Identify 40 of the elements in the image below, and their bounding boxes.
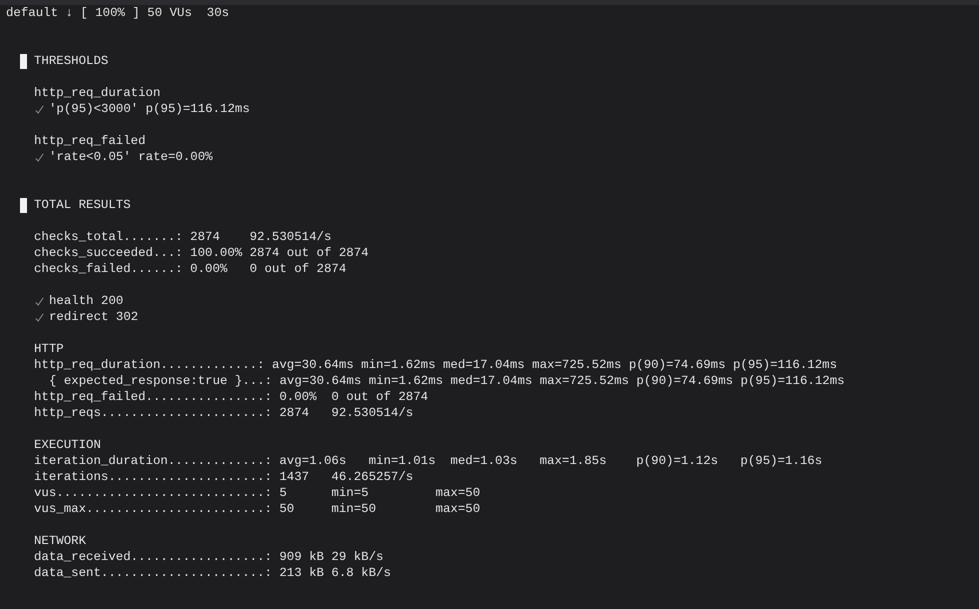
metric-value: avg=30.64ms min=1.62ms med=17.04ms max=725.52ms p(90)=74.69ms p(95)=116.12ms (272, 357, 838, 373)
metric-label: vus_max........................: (34, 501, 272, 517)
metric-label: iteration_duration.............: (34, 453, 272, 469)
metric-label: http_reqs......................: (34, 405, 272, 421)
metric-value: 2874 92.530514/s (190, 229, 332, 245)
metric-value: 5 min=5 max=50 (279, 485, 480, 501)
group-heading: EXECUTION (34, 437, 101, 453)
metric-label: http_req_failed................: (34, 389, 272, 405)
metric-value: 909 kB 29 kB/s (279, 549, 384, 565)
threshold-metric: http_req_duration (34, 85, 160, 101)
metric-value: 50 min=50 max=50 (279, 501, 480, 517)
threshold-metric: http_req_failed (34, 133, 146, 149)
group-heading: NETWORK (34, 533, 86, 549)
section-heading: TOTAL RESULTS (34, 197, 131, 213)
check-result: redirect 302 (49, 309, 138, 325)
section-marker (20, 54, 27, 68)
check-result: health 200 (49, 293, 124, 309)
metric-label: vus............................: (34, 485, 272, 501)
metric-label: http_req_duration.............: (34, 357, 265, 373)
metric-value: 100.00% 2874 out of 2874 (190, 245, 369, 261)
metric-label: checks_succeeded...: (34, 245, 183, 261)
metric-value: avg=1.06s min=1.01s med=1.03s max=1.85s p(90)=1.12s p(95)=1.16s (279, 453, 822, 469)
metric-value: 1437 46.265257/s (279, 469, 414, 485)
metric-label: checks_total.......: (34, 229, 183, 245)
metric-label: iterations.....................: (34, 469, 272, 485)
section-marker (20, 198, 27, 212)
metric-label: { expected_response:true }...: (49, 373, 272, 389)
status-line: default ↓ [ 100% ] 50 VUs 30s (6, 5, 230, 21)
metric-label: data_sent......................: (34, 565, 272, 581)
metric-label: checks_failed......: (34, 261, 183, 277)
section-heading: THRESHOLDS (34, 53, 108, 69)
metric-value: 2874 92.530514/s (279, 405, 414, 421)
metric-label: data_received..................: (34, 549, 272, 565)
metric-value: 0.00% 0 out of 2874 (279, 389, 428, 405)
metric-value: 213 kB 6.8 kB/s (279, 565, 391, 581)
check-result: 'p(95)<3000' p(95)=116.12ms (49, 101, 250, 117)
check-result: 'rate<0.05' rate=0.00% (49, 149, 213, 165)
group-heading: HTTP (34, 341, 64, 357)
metric-value: avg=30.64ms min=1.62ms med=17.04ms max=725.52ms p(90)=74.69ms p(95)=116.12ms (280, 373, 845, 389)
metric-value: 0.00% 0 out of 2874 (190, 261, 346, 277)
